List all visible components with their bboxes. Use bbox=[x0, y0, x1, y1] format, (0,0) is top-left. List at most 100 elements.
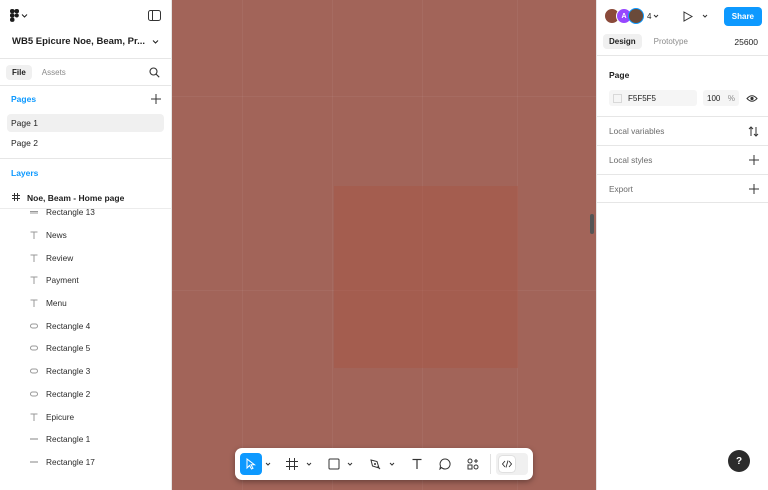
pen-tool-button[interactable] bbox=[364, 453, 386, 475]
properties-panel: A 4 Share Design Prototype 25600 Page F5… bbox=[596, 0, 768, 490]
rectangle-icon bbox=[30, 208, 38, 216]
layers-panel: WB5 Epicure Noe, Beam, Pr... File Assets… bbox=[0, 0, 172, 490]
frame-name: Noe, Beam - Home page bbox=[27, 192, 125, 203]
chevron-down-icon bbox=[21, 13, 28, 18]
page-label: Page 2 bbox=[11, 138, 38, 148]
pen-icon bbox=[370, 459, 381, 470]
layer-list: Rectangle 13 News Review Payment Menu Rectang… bbox=[0, 201, 171, 473]
tab-design[interactable]: Design bbox=[603, 34, 642, 49]
layer-item[interactable]: Epicure bbox=[0, 405, 171, 428]
color-swatch[interactable] bbox=[613, 93, 622, 103]
canvas-guide bbox=[172, 96, 596, 97]
local-styles-label: Local styles bbox=[609, 155, 653, 165]
canvas[interactable] bbox=[172, 0, 596, 490]
figma-logo-icon bbox=[10, 8, 19, 22]
layer-item[interactable]: Rectangle 13 bbox=[0, 201, 171, 224]
layer-item[interactable]: Payment bbox=[0, 269, 171, 292]
move-tool-button[interactable] bbox=[240, 453, 262, 475]
ellipse-icon bbox=[30, 345, 38, 351]
bottom-toolbar bbox=[235, 448, 533, 480]
layer-item[interactable]: Rectangle 2 bbox=[0, 383, 171, 406]
layer-item[interactable]: News bbox=[0, 224, 171, 247]
right-topbar: A 4 Share bbox=[597, 0, 768, 32]
layer-item[interactable]: Rectangle 3 bbox=[0, 360, 171, 383]
layer-item[interactable]: Rectangle 5 bbox=[0, 337, 171, 360]
color-hex: F5F5F5 bbox=[628, 93, 657, 103]
layer-item[interactable]: Rectangle 1 bbox=[0, 428, 171, 451]
file-title-menu[interactable]: WB5 Epicure Noe, Beam, Pr... bbox=[0, 30, 171, 52]
variables-icon[interactable] bbox=[748, 125, 759, 137]
shape-tool-dropdown[interactable] bbox=[347, 461, 354, 467]
eye-icon[interactable] bbox=[746, 94, 758, 103]
background-color-field[interactable]: F5F5F5 bbox=[609, 90, 697, 106]
sidebar-toggle-icon[interactable] bbox=[148, 9, 161, 21]
tab-prototype[interactable]: Prototype bbox=[648, 34, 694, 49]
canvas-guide bbox=[332, 0, 333, 490]
plus-icon[interactable] bbox=[749, 183, 759, 194]
comment-icon bbox=[438, 458, 451, 470]
zoom-level[interactable]: 25600 bbox=[734, 37, 762, 47]
ellipse-icon bbox=[30, 368, 38, 374]
layer-label: Rectangle 13 bbox=[46, 207, 95, 218]
pages-header: Pages bbox=[0, 86, 171, 112]
code-icon bbox=[499, 456, 516, 472]
collaborator-count-dropdown[interactable]: 4 bbox=[647, 12, 659, 21]
layer-label: Rectangle 2 bbox=[46, 388, 91, 399]
comment-tool-button[interactable] bbox=[434, 453, 456, 475]
share-button[interactable]: Share bbox=[723, 6, 762, 26]
text-icon bbox=[30, 231, 38, 240]
rectangle-icon bbox=[328, 458, 340, 470]
percent-sign: % bbox=[727, 93, 735, 103]
layer-item[interactable]: Review bbox=[0, 246, 171, 269]
main-menu-button[interactable] bbox=[10, 8, 28, 22]
layer-label: Payment bbox=[46, 275, 79, 286]
layer-item[interactable]: Menu bbox=[0, 292, 171, 315]
add-page-icon[interactable] bbox=[151, 94, 161, 104]
canvas-guide bbox=[242, 0, 243, 490]
layer-item[interactable]: Rectangle 4 bbox=[0, 314, 171, 337]
left-tabs: File Assets bbox=[0, 58, 171, 86]
chevron-down-icon bbox=[389, 462, 395, 466]
pen-tool-dropdown[interactable] bbox=[388, 461, 395, 467]
dev-mode-toggle[interactable] bbox=[496, 453, 528, 475]
layer-label: Rectangle 17 bbox=[46, 456, 95, 467]
help-button[interactable]: ? bbox=[728, 450, 750, 472]
plus-icon[interactable] bbox=[749, 155, 759, 165]
layer-item[interactable]: Rectangle 17 bbox=[0, 451, 171, 474]
chevron-down-icon[interactable] bbox=[702, 13, 708, 19]
layer-label: Rectangle 3 bbox=[46, 366, 91, 377]
search-icon[interactable] bbox=[149, 66, 160, 78]
text-tool-button[interactable] bbox=[406, 453, 428, 475]
shape-tool-button[interactable] bbox=[323, 453, 345, 475]
page-item-1[interactable]: Page 1 bbox=[7, 114, 164, 132]
page-item-2[interactable]: Page 2 bbox=[7, 134, 164, 152]
move-tool-dropdown[interactable] bbox=[264, 461, 271, 467]
tab-file[interactable]: File bbox=[6, 64, 32, 80]
text-icon bbox=[30, 413, 38, 421]
avatar[interactable] bbox=[628, 8, 644, 24]
collaborator-count: 4 bbox=[647, 11, 652, 21]
frame-tool-button[interactable] bbox=[281, 453, 303, 475]
local-styles-row[interactable]: Local styles bbox=[597, 145, 768, 174]
collaborators[interactable]: A bbox=[604, 8, 644, 24]
panel-resize-handle[interactable] bbox=[590, 214, 594, 234]
chevron-down-icon bbox=[306, 462, 312, 466]
line-icon bbox=[30, 435, 38, 443]
chevron-down-icon bbox=[265, 462, 271, 466]
frame-tool-dropdown[interactable] bbox=[305, 461, 312, 467]
layer-label: News bbox=[46, 230, 67, 241]
opacity-value: 100 bbox=[707, 93, 721, 103]
layer-label: Epicure bbox=[46, 411, 75, 422]
background-opacity-field[interactable]: 100 % bbox=[703, 90, 739, 106]
tab-assets[interactable]: Assets bbox=[36, 65, 72, 80]
play-icon[interactable] bbox=[682, 10, 694, 22]
canvas-selection-area bbox=[334, 186, 518, 368]
local-variables-row[interactable]: Local variables bbox=[597, 116, 768, 145]
layer-label: Menu bbox=[46, 298, 67, 309]
toolbar-divider bbox=[489, 454, 491, 474]
text-icon bbox=[30, 276, 38, 285]
layers-header: Layers bbox=[0, 159, 171, 187]
layer-label: Rectangle 5 bbox=[46, 343, 91, 354]
export-row[interactable]: Export bbox=[597, 174, 768, 203]
actions-tool-button[interactable] bbox=[462, 453, 484, 475]
